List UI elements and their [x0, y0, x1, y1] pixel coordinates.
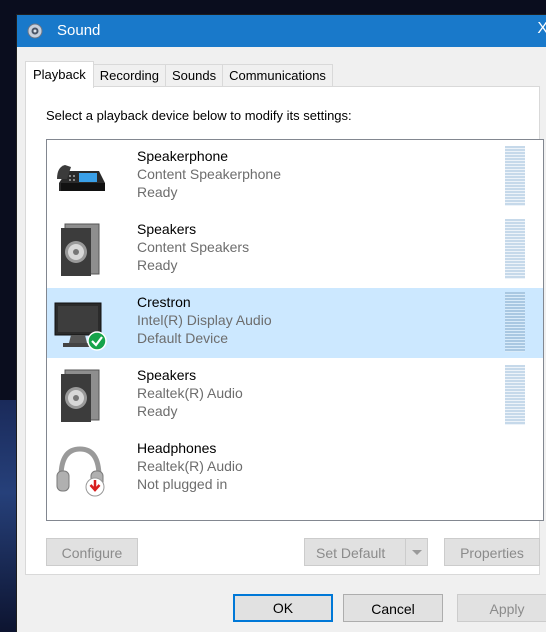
device-description: Realtek(R) Audio — [137, 458, 243, 474]
speaker-icon — [61, 223, 100, 276]
speakerphone-icon — [57, 165, 105, 191]
properties-button[interactable]: Properties — [444, 538, 540, 566]
monitor-icon — [54, 302, 107, 351]
ok-button[interactable]: OK — [233, 594, 333, 622]
device-description: Content Speakers — [137, 239, 250, 255]
volume-meter — [505, 219, 525, 279]
device-item-speakers-realtek[interactable]: Speakers Realtek(R) Audio Ready — [47, 361, 543, 431]
device-item-speakers-content[interactable]: Speakers Content Speakers Ready — [47, 215, 543, 285]
volume-meter — [505, 146, 525, 206]
tab-playback[interactable]: Playback — [25, 61, 94, 88]
close-icon[interactable]: X — [537, 20, 546, 38]
headphones-icon — [56, 446, 105, 497]
set-default-label: Set Default — [316, 545, 386, 561]
device-item-crestron[interactable]: Crestron Intel(R) Display Audio Default … — [47, 288, 543, 358]
cancel-button[interactable]: Cancel — [343, 594, 443, 622]
sound-dialog: Sound X Playback Recording Sounds Commun… — [17, 15, 546, 632]
device-item-headphones[interactable]: Headphones Realtek(R) Audio Not plugged … — [47, 434, 543, 504]
device-list[interactable]: Speakerphone Content Speakerphone Ready … — [46, 139, 544, 521]
device-name: Headphones — [137, 440, 217, 456]
device-name: Speakers — [137, 367, 197, 383]
window-title: Sound — [57, 22, 101, 39]
speaker-icon — [61, 369, 100, 422]
volume-meter — [505, 292, 525, 352]
instruction-text: Select a playback device below to modify… — [46, 108, 352, 123]
device-status: Ready — [137, 403, 178, 419]
device-name: Speakerphone — [137, 148, 229, 164]
device-status: Ready — [137, 257, 178, 273]
title-bar[interactable]: Sound X — [17, 15, 546, 47]
tab-recording[interactable]: Recording — [92, 64, 167, 87]
chevron-down-icon[interactable] — [405, 539, 427, 565]
apply-button[interactable]: Apply — [457, 594, 546, 622]
default-check-icon — [87, 331, 107, 351]
device-item-speakerphone[interactable]: Speakerphone Content Speakerphone Ready — [47, 142, 543, 212]
device-name: Crestron — [137, 294, 191, 310]
set-default-button[interactable]: Set Default — [304, 538, 428, 566]
unplugged-badge-icon — [85, 477, 105, 497]
volume-meter — [505, 365, 525, 425]
playback-panel: Select a playback device below to modify… — [25, 86, 544, 575]
device-description: Intel(R) Display Audio — [137, 312, 272, 328]
configure-button[interactable]: Configure — [46, 538, 138, 566]
device-description: Content Speakerphone — [137, 166, 281, 182]
speaker-app-icon — [27, 23, 43, 39]
tab-communications[interactable]: Communications — [222, 64, 333, 87]
device-status: Ready — [137, 184, 178, 200]
device-status: Not plugged in — [137, 476, 228, 492]
device-status: Default Device — [137, 330, 229, 346]
tab-strip: Playback Recording Sounds Communications — [25, 61, 333, 88]
device-name: Speakers — [137, 221, 197, 237]
tab-sounds[interactable]: Sounds — [165, 64, 224, 87]
device-description: Realtek(R) Audio — [137, 385, 243, 401]
